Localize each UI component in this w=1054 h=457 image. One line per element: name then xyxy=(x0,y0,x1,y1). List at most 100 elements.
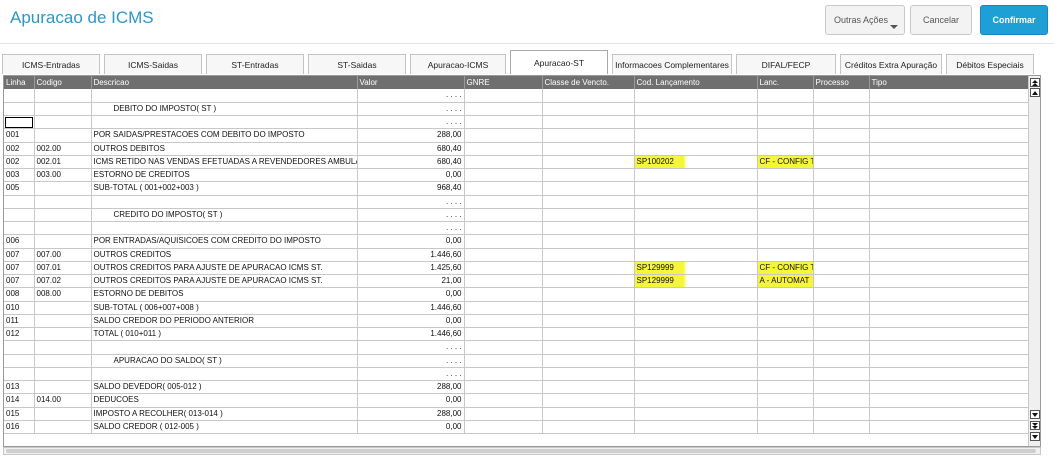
cell-descricao[interactable]: POR ENTRADAS/AQUISICOES COM CREDITO DO I… xyxy=(91,234,358,249)
cell-descricao[interactable]: TOTAL ( 010+011 ) xyxy=(91,327,358,342)
cell-cod_lanc[interactable] xyxy=(634,208,758,223)
table-row[interactable]: 010 SUB-TOTAL ( 006+007+008 ) 1.446,60 xyxy=(4,301,1029,315)
cell-gnre[interactable] xyxy=(464,234,543,249)
cell-codigo[interactable] xyxy=(34,420,92,435)
cell-gnre[interactable] xyxy=(464,301,543,315)
cell-cod_lanc[interactable] xyxy=(634,115,758,130)
cell-linha[interactable]: 002 xyxy=(4,142,35,156)
cell-processo[interactable] xyxy=(813,248,870,262)
cell-lanc[interactable]: CF - CONFIG T xyxy=(757,155,814,170)
cell-valor[interactable]: 0,00 xyxy=(357,168,465,183)
cell-codigo[interactable]: 008.00 xyxy=(34,287,92,302)
table-row[interactable]: . . . . xyxy=(4,221,1029,236)
cell-codigo[interactable]: 007.02 xyxy=(34,274,92,289)
cell-tipo[interactable] xyxy=(869,261,1029,276)
cell-lanc[interactable] xyxy=(757,221,814,236)
cell-classe[interactable] xyxy=(542,115,635,130)
cell-gnre[interactable] xyxy=(464,367,543,382)
cell-gnre[interactable] xyxy=(464,287,543,302)
table-row[interactable]: 014 014.00 DEDUCOES 0,00 xyxy=(4,393,1029,408)
tab-apuracao-icms[interactable]: Apuracao-ICMS xyxy=(410,54,506,74)
table-row[interactable]: 016 SALDO CREDOR ( 012-005 ) 0,00 xyxy=(4,420,1029,435)
col-header-classe-vencto[interactable]: Classe de Vencto. xyxy=(542,76,635,89)
cell-valor[interactable]: 0,00 xyxy=(357,234,465,249)
cell-codigo[interactable]: 002.01 xyxy=(34,155,92,170)
cell-gnre[interactable] xyxy=(464,380,543,395)
cell-gnre[interactable] xyxy=(464,354,543,368)
tab-icms-entradas[interactable]: ICMS-Entradas xyxy=(2,54,100,74)
cell-gnre[interactable] xyxy=(464,407,543,421)
cell-tipo[interactable] xyxy=(869,168,1029,183)
cell-valor[interactable]: . . . . xyxy=(357,340,465,355)
table-row[interactable]: 013 SALDO DEVEDOR( 005-012 ) 288,00 xyxy=(4,380,1029,395)
cell-cod_lanc[interactable]: SP100202 xyxy=(634,155,758,170)
cell-classe[interactable] xyxy=(542,248,635,262)
col-header-processo[interactable]: Processo xyxy=(813,76,870,89)
table-row[interactable]: 012 TOTAL ( 010+011 ) 1.446,60 xyxy=(4,327,1029,342)
cell-linha[interactable]: 001 xyxy=(4,128,35,143)
table-row[interactable]: 007 007.02 OUTROS CREDITOS PARA AJUSTE DE … xyxy=(4,274,1029,289)
cell-linha[interactable] xyxy=(4,208,35,223)
cell-processo[interactable] xyxy=(813,168,870,183)
cell-lanc[interactable] xyxy=(757,115,814,130)
cell-gnre[interactable] xyxy=(464,195,543,209)
cell-lanc[interactable] xyxy=(757,420,814,435)
cell-valor[interactable]: . . . . xyxy=(357,195,465,209)
cell-linha[interactable]: 013 xyxy=(4,380,35,395)
tab-apuracao-st[interactable]: Apuracao-ST xyxy=(510,50,608,74)
cell-processo[interactable] xyxy=(813,301,870,315)
cell-descricao[interactable] xyxy=(91,367,358,382)
cell-cod_lanc[interactable] xyxy=(634,102,758,117)
cell-valor[interactable]: 1.446,60 xyxy=(357,301,465,315)
cell-processo[interactable] xyxy=(813,115,870,130)
cell-lanc[interactable] xyxy=(757,89,814,103)
table-row[interactable]: 002 002.01 ICMS RETIDO NAS VENDAS EFETUADA… xyxy=(4,155,1029,170)
table-row[interactable]: 002 002.00 OUTROS DEBITOS 680,40 xyxy=(4,142,1029,156)
cell-cod_lanc[interactable] xyxy=(634,354,758,368)
table-row[interactable]: 011 SALDO CREDOR DO PERIODO ANTERIOR 0,00 xyxy=(4,314,1029,329)
cell-gnre[interactable] xyxy=(464,420,543,435)
cell-descricao[interactable] xyxy=(91,195,358,209)
cell-linha[interactable] xyxy=(4,354,35,368)
cell-linha[interactable]: 007 xyxy=(4,248,35,262)
cell-cod_lanc[interactable] xyxy=(634,301,758,315)
cell-linha[interactable] xyxy=(4,89,35,103)
cell-cod_lanc[interactable] xyxy=(634,340,758,355)
cell-tipo[interactable] xyxy=(869,367,1029,382)
cell-linha[interactable]: 008 xyxy=(4,287,35,302)
cell-valor[interactable]: 680,40 xyxy=(357,142,465,156)
cell-descricao[interactable] xyxy=(91,221,358,236)
cell-codigo[interactable] xyxy=(34,380,92,395)
cell-descricao[interactable]: OUTROS CREDITOS PARA AJUSTE DE APURACAO … xyxy=(91,274,358,289)
cell-lanc[interactable] xyxy=(757,287,814,302)
cell-gnre[interactable] xyxy=(464,128,543,143)
cell-gnre[interactable] xyxy=(464,102,543,117)
cell-linha[interactable]: 016 xyxy=(4,420,35,435)
horizontal-scroll-thumb[interactable] xyxy=(6,449,1036,453)
cell-valor[interactable]: 21,00 xyxy=(357,274,465,289)
cell-lanc[interactable] xyxy=(757,314,814,329)
cell-lanc[interactable] xyxy=(757,195,814,209)
cell-classe[interactable] xyxy=(542,102,635,117)
cell-valor[interactable]: 0,00 xyxy=(357,287,465,302)
cell-tipo[interactable] xyxy=(869,181,1029,196)
cell-valor[interactable]: 0,00 xyxy=(357,420,465,435)
cell-lanc[interactable]: A - AUTOMAT xyxy=(757,274,814,289)
cell-cod_lanc[interactable] xyxy=(634,89,758,103)
cell-lanc[interactable] xyxy=(757,327,814,342)
cell-valor[interactable]: . . . . xyxy=(357,221,465,236)
col-header-cod-lancamento[interactable]: Cod. Lançamento xyxy=(634,76,758,89)
cell-tipo[interactable] xyxy=(869,420,1029,435)
cancel-button[interactable]: Cancelar xyxy=(910,5,972,35)
cell-valor[interactable]: 680,40 xyxy=(357,155,465,170)
cell-linha[interactable]: 007 xyxy=(4,261,35,276)
cell-linha[interactable] xyxy=(4,195,35,209)
cell-codigo[interactable] xyxy=(34,195,92,209)
cell-cod_lanc[interactable] xyxy=(634,420,758,435)
cell-descricao[interactable]: POR SAIDAS/PRESTACOES COM DEBITO DO IMPO… xyxy=(91,128,358,143)
tab-st-entradas[interactable]: ST-Entradas xyxy=(206,54,304,74)
cell-lanc[interactable] xyxy=(757,168,814,183)
cell-gnre[interactable] xyxy=(464,155,543,170)
tab-icms-saidas[interactable]: ICMS-Saidas xyxy=(104,54,202,74)
table-row[interactable]: 001 POR SAIDAS/PRESTACOES COM DEBITO DO I… xyxy=(4,128,1029,143)
